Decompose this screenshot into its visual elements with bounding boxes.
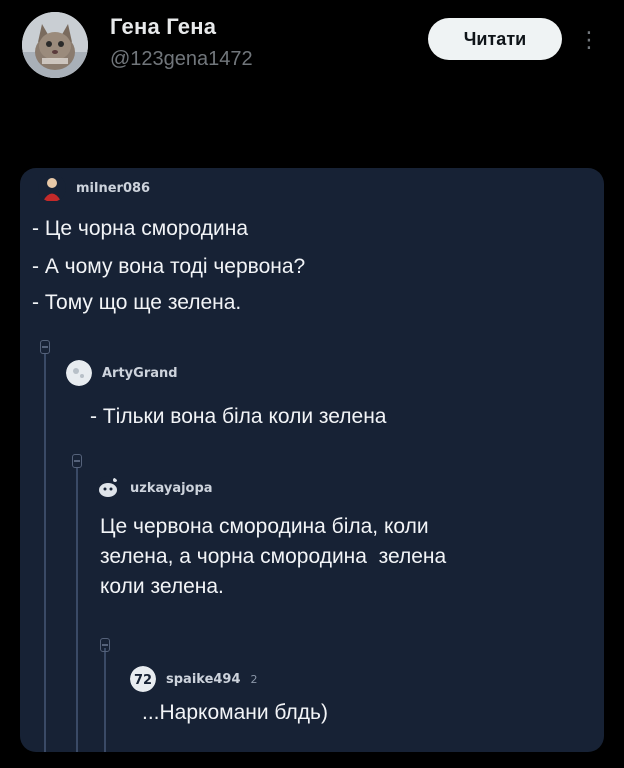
post-media-image[interactable]: milner086 - Це чорна смородина - А чому … — [20, 168, 604, 752]
thread-line — [104, 648, 106, 752]
comment-line: коли зелена. — [100, 575, 224, 598]
comment-username: milner086 — [76, 180, 151, 196]
comment-username: uzkayajopa — [130, 480, 213, 496]
comment-line: - Тільки вона біла коли зелена — [90, 405, 387, 428]
author-display-name[interactable]: Гена Гена — [110, 14, 216, 40]
user-avatar: 72 — [130, 666, 156, 692]
more-options-icon[interactable]: ⋮ — [578, 24, 600, 56]
user-avatar — [38, 174, 66, 202]
author-avatar[interactable] — [22, 12, 88, 78]
thread-line — [76, 468, 78, 752]
user-avatar — [66, 360, 92, 386]
red-figure-icon — [38, 174, 66, 202]
comment-line: - Це чорна смородина — [32, 217, 249, 240]
comment-line: - А чому вона тоді червона? — [32, 255, 306, 278]
comment-line: зелена, а чорна смородина зелена — [100, 545, 447, 568]
collapse-toggle-icon[interactable] — [100, 638, 110, 652]
reddit-thread-screenshot: milner086 - Це чорна смородина - А чому … — [20, 168, 604, 752]
collapse-toggle-icon[interactable] — [72, 454, 82, 468]
comment-username: spaike494 — [166, 671, 241, 687]
comment-header: milner086 — [38, 174, 150, 202]
collapse-toggle-icon[interactable] — [40, 340, 50, 354]
number-badge-avatar-icon: 72 — [130, 666, 156, 692]
user-avatar — [96, 476, 120, 500]
author-handle[interactable]: @123gena1472 — [110, 48, 253, 71]
snoo-avatar-icon — [96, 476, 120, 500]
svg-text:72: 72 — [134, 673, 152, 688]
comment-line: - Тому що ще зелена. — [32, 291, 242, 314]
comment-header: uzkayajopa — [96, 476, 213, 500]
thread-line — [44, 354, 46, 752]
cat-avatar-image — [22, 12, 88, 78]
moon-avatar-icon — [66, 360, 92, 386]
comment-username: ArtyGrand — [102, 365, 178, 381]
comment-header: 72 spaike494 2 — [130, 666, 258, 692]
comment-header: ArtyGrand — [66, 360, 178, 386]
follow-button[interactable]: Читати — [428, 18, 562, 60]
user-flair-badge: 2 — [250, 672, 258, 686]
comment-line: Це червона смородина біла, коли — [100, 515, 429, 538]
comment-line: ...Наркомани блдь) — [142, 701, 328, 724]
